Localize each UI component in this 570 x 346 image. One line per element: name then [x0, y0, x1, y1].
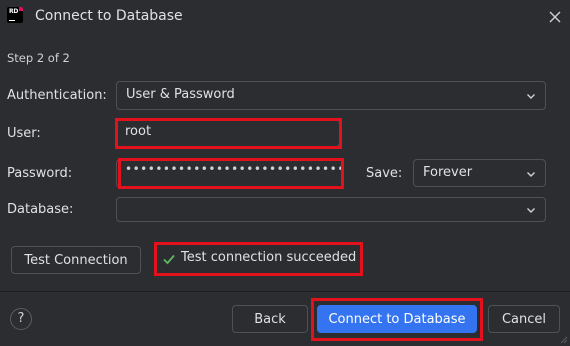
connect-to-database-button[interactable]: Connect to Database: [317, 305, 477, 333]
save-value: Forever: [423, 165, 473, 180]
chevron-down-icon: [527, 208, 535, 213]
database-dropdown[interactable]: [116, 197, 546, 222]
test-status-message: Test connection succeeded: [181, 250, 357, 265]
save-label: Save:: [366, 166, 403, 181]
cancel-button[interactable]: Cancel: [488, 305, 560, 333]
resize-grip-icon[interactable]: [560, 336, 568, 344]
back-button[interactable]: Back: [232, 305, 308, 333]
database-label: Database:: [7, 202, 74, 217]
authentication-label: Authentication:: [7, 88, 107, 103]
password-masked-value: •••••••••••••••••••••••••••••: [125, 162, 345, 176]
window-title: Connect to Database: [35, 8, 183, 24]
user-label: User:: [7, 126, 41, 141]
user-input[interactable]: root: [116, 119, 340, 147]
close-icon[interactable]: [546, 6, 566, 26]
password-input[interactable]: •••••••••••••••••••••••••••••: [116, 159, 344, 188]
chevron-down-icon: [527, 94, 535, 99]
checkmark-icon: [163, 254, 175, 265]
rider-logo-icon: RD: [7, 7, 23, 23]
help-icon[interactable]: ?: [10, 308, 32, 330]
password-label: Password:: [7, 166, 73, 181]
save-dropdown[interactable]: Forever: [413, 159, 546, 187]
user-value: root: [125, 124, 152, 139]
footer-divider: [0, 291, 570, 292]
step-indicator: Step 2 of 2: [7, 51, 70, 65]
test-connection-button[interactable]: Test Connection: [11, 246, 141, 274]
authentication-value: User & Password: [126, 87, 235, 102]
chevron-down-icon: [527, 172, 535, 177]
authentication-dropdown[interactable]: User & Password: [116, 81, 546, 110]
title-bar: RD Connect to Database: [0, 0, 570, 34]
